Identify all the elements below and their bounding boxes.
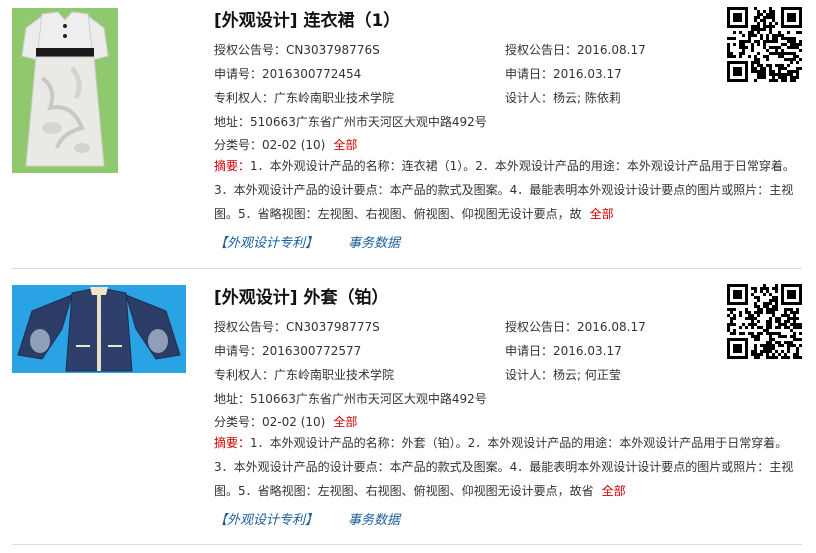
patent-type-link[interactable]: 【外观设计专利】 (214, 513, 318, 528)
class-row: 分类号：02-02 (10) 全部 (214, 136, 357, 153)
app-date-label: 申请日： (505, 344, 554, 358)
designer-label: 设计人： (505, 368, 554, 382)
address-label: 地址： (214, 392, 251, 406)
auth-no-label: 授权公告号： (214, 43, 287, 57)
abstract-text: 1．本外观设计产品的名称：连衣裙（1）。2．本外观设计产品的用途：本外观设计产品… (214, 159, 795, 221)
product-thumbnail[interactable] (12, 8, 118, 173)
holder-value: 广东岭南职业技术学院 (274, 91, 395, 105)
auth-no-row: 授权公告号：CN303798776S (214, 41, 380, 58)
auth-no-label: 授权公告号： (214, 320, 287, 334)
address-value: 510663广东省广州市天河区大观中路492号 (250, 392, 487, 406)
auth-date-row: 授权公告日：2016.08.17 (505, 41, 646, 58)
result-tags: 【外观设计专利】 事务数据 (214, 509, 400, 528)
abstract-text: 1．本外观设计产品的名称：外套（铂）。2．本外观设计产品的用途：本外观设计产品用… (214, 436, 794, 498)
designer-row: 设计人：杨云; 何正莹 (505, 366, 621, 383)
auth-date-label: 授权公告日： (505, 320, 578, 334)
product-thumbnail[interactable] (12, 285, 186, 373)
class-row: 分类号：02-02 (10) 全部 (214, 413, 357, 430)
abstract: 摘要：1．本外观设计产品的名称：外套（铂）。2．本外观设计产品的用途：本外观设计… (214, 431, 806, 503)
designer-row: 设计人：杨云; 陈依莉 (505, 89, 621, 106)
class-value: 02-02 (10) (262, 415, 326, 429)
designer-value: 杨云; 陈依莉 (553, 91, 621, 105)
auth-date-label: 授权公告日： (505, 43, 578, 57)
result-title[interactable]: [外观设计] 外套（铂） (214, 283, 388, 308)
app-no-value: 2016300772577 (262, 344, 362, 358)
class-value: 02-02 (10) (262, 138, 326, 152)
app-date-row: 申请日：2016.03.17 (505, 65, 622, 82)
jacket-image (12, 285, 186, 373)
result-item: [外观设计] 连衣裙（1） 授权公告号：CN303798776S 授权公告日：2… (0, 0, 816, 276)
app-date-value: 2016.03.17 (553, 344, 622, 358)
class-label: 分类号： (214, 415, 263, 429)
dress-image (12, 8, 118, 173)
holder-row: 专利权人：广东岭南职业技术学院 (214, 366, 394, 383)
auth-no-value: CN303798777S (286, 320, 380, 334)
auth-no-value: CN303798776S (286, 43, 380, 57)
address-row: 地址：510663广东省广州市天河区大观中路492号 (214, 390, 487, 407)
holder-label: 专利权人： (214, 368, 275, 382)
address-label: 地址： (214, 115, 251, 129)
address-value: 510663广东省广州市天河区大观中路492号 (250, 115, 487, 129)
result-divider (12, 544, 802, 545)
auth-no-row: 授权公告号：CN303798777S (214, 318, 380, 335)
holder-label: 专利权人： (214, 91, 275, 105)
auth-date-row: 授权公告日：2016.08.17 (505, 318, 646, 335)
qr-code (727, 7, 802, 82)
qr-code (727, 284, 802, 359)
patent-type-link[interactable]: 【外观设计专利】 (214, 236, 318, 251)
app-no-row: 申请号：2016300772454 (214, 65, 361, 82)
app-no-value: 2016300772454 (262, 67, 362, 81)
abstract-more-link[interactable]: 全部 (602, 484, 626, 498)
app-date-value: 2016.03.17 (553, 67, 622, 81)
class-label: 分类号： (214, 138, 263, 152)
app-no-row: 申请号：2016300772577 (214, 342, 361, 359)
holder-value: 广东岭南职业技术学院 (274, 368, 395, 382)
app-no-label: 申请号： (214, 344, 263, 358)
designer-label: 设计人： (505, 91, 554, 105)
result-item: [外观设计] 外套（铂） 授权公告号：CN303798777S 授权公告日：20… (0, 277, 816, 553)
auth-date-value: 2016.08.17 (577, 43, 646, 57)
abstract-label: 摘要： (214, 159, 251, 173)
result-title[interactable]: [外观设计] 连衣裙（1） (214, 6, 400, 31)
abstract-label: 摘要： (214, 436, 251, 450)
holder-row: 专利权人：广东岭南职业技术学院 (214, 89, 394, 106)
app-date-label: 申请日： (505, 67, 554, 81)
app-date-row: 申请日：2016.03.17 (505, 342, 622, 359)
result-tags: 【外观设计专利】 事务数据 (214, 232, 400, 251)
auth-date-value: 2016.08.17 (577, 320, 646, 334)
events-data-link[interactable]: 事务数据 (348, 236, 400, 251)
result-divider (12, 268, 802, 269)
app-no-label: 申请号： (214, 67, 263, 81)
abstract: 摘要：1．本外观设计产品的名称：连衣裙（1）。2．本外观设计产品的用途：本外观设… (214, 154, 806, 226)
abstract-more-link[interactable]: 全部 (590, 207, 614, 221)
class-more-link[interactable]: 全部 (333, 415, 357, 429)
designer-value: 杨云; 何正莹 (553, 368, 621, 382)
events-data-link[interactable]: 事务数据 (348, 513, 400, 528)
address-row: 地址：510663广东省广州市天河区大观中路492号 (214, 113, 487, 130)
class-more-link[interactable]: 全部 (333, 138, 357, 152)
